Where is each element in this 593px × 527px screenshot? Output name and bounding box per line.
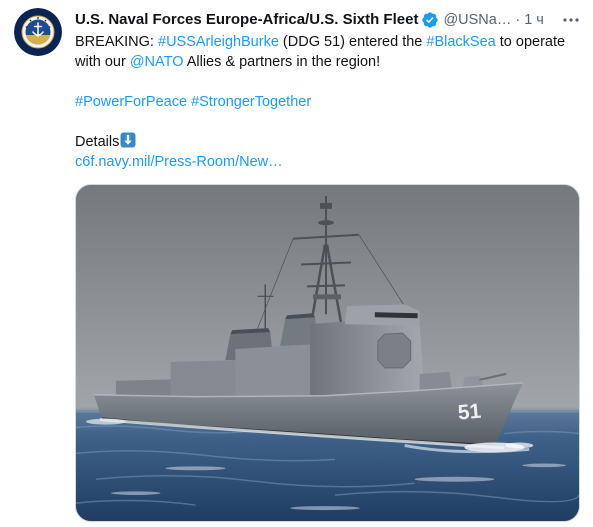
tweet-text: Allies & partners in the region! [183,54,381,70]
tweet-article[interactable]: U.S. Naval Forces Europe-Africa/U.S. Six… [0,0,593,527]
hashtag-link[interactable]: #USSArleighBurke [158,34,279,50]
external-link[interactable]: c6f.navy.mil/Press-Room/New… [75,154,283,170]
timestamp[interactable]: 1 ч [524,10,544,30]
author-handle[interactable]: @USNa… [443,10,511,30]
fleet-emblem-icon [14,8,62,56]
details-line: Details [75,132,136,152]
tweet-text: to operate [495,34,566,50]
details-label: Details [75,134,120,150]
tweet-text-line-2: with our @NATO Allies & partners in the … [75,52,380,72]
tweet-text: BREAKING: [75,34,158,50]
down-arrow-emoji-icon [120,132,136,148]
author-name[interactable]: U.S. Naval Forces Europe-Africa/U.S. Six… [75,10,418,30]
ship-photo: 51 [76,185,579,521]
separator-dot: · [515,12,521,28]
more-horizontal-icon[interactable] [561,10,581,30]
tweet-text: (DDG 51) entered the [278,34,427,50]
tweet-text-line-1: BREAKING: #USSArleighBurke (DDG 51) ente… [75,32,565,52]
mention-link[interactable]: @NATO [130,54,184,70]
tweet-text: with our [75,54,130,70]
details-line-link: c6f.navy.mil/Press-Room/New… [75,152,283,172]
hashtag-link[interactable]: #BlackSea [426,34,495,50]
tweet-photo[interactable]: 51 [75,184,580,522]
hull-number: 51 [457,400,483,425]
hashtag-line: #PowerForPeace #StrongerTogether [75,92,311,112]
avatar[interactable] [14,8,62,56]
tweet-header: U.S. Naval Forces Europe-Africa/U.S. Six… [75,10,544,30]
verified-badge-icon[interactable] [421,11,439,29]
hashtag-link[interactable]: #StrongerTogether [191,94,311,110]
hashtag-link[interactable]: #PowerForPeace [75,94,187,110]
